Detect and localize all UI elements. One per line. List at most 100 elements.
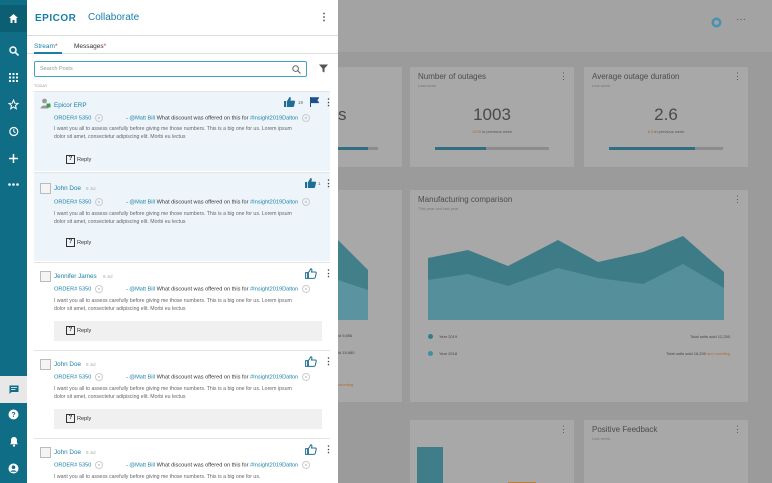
tab-messages[interactable]: Messages* bbox=[74, 43, 106, 50]
post-author[interactable]: Jennifer James bbox=[54, 273, 97, 280]
panel-header: EPICOR Collaborate ⋮ bbox=[27, 0, 338, 36]
chevron-down-icon[interactable]: v bbox=[94, 114, 103, 122]
post-author[interactable]: John Doe bbox=[54, 361, 81, 368]
chevron-down-icon[interactable]: v bbox=[94, 285, 103, 293]
post-menu-icon[interactable]: ⋮ bbox=[324, 178, 333, 189]
chevron-down-icon[interactable]: v bbox=[94, 373, 103, 381]
reply-icon: ? bbox=[66, 238, 75, 247]
order-link[interactable]: ORDER# 5350 v bbox=[54, 285, 105, 293]
duration-value: 2.6 bbox=[654, 105, 678, 124]
reply-label: Reply bbox=[77, 416, 92, 422]
reply-button[interactable]: ? Reply bbox=[54, 233, 322, 253]
reply-label: Reply bbox=[77, 157, 92, 163]
rail-home[interactable] bbox=[0, 5, 27, 32]
search-icon bbox=[292, 65, 301, 74]
panel-menu-icon[interactable]: ⋮ bbox=[319, 12, 329, 23]
rail-search[interactable] bbox=[0, 37, 27, 64]
card-menu-icon: ⋮ bbox=[559, 71, 568, 81]
post-menu-icon[interactable]: ⋮ bbox=[324, 268, 333, 279]
reply-button[interactable]: ? Reply bbox=[54, 150, 322, 170]
filter-icon[interactable] bbox=[319, 64, 328, 73]
post-item: Epicor ERP 19 ⋮ ORDER# 5350 v - @Matt Bi… bbox=[34, 91, 333, 171]
app-rail: ? bbox=[0, 0, 27, 483]
chevron-down-icon[interactable]: v bbox=[94, 198, 103, 206]
rail-favorites[interactable] bbox=[0, 91, 27, 118]
post-item: John Doe 9 Jul ⋮ ORDER# 5350 v - @Matt B… bbox=[34, 350, 333, 436]
post-menu-icon[interactable]: ⋮ bbox=[324, 356, 333, 367]
outages-progress bbox=[435, 147, 549, 150]
order-link[interactable]: ORDER# 5350 v bbox=[54, 373, 105, 381]
partial-chart-card: ld 9,856 ld 15,980 counting bbox=[338, 190, 402, 402]
tab-stream[interactable]: Stream* bbox=[34, 43, 57, 50]
manufacturing-subtitle: This year and last year bbox=[418, 206, 459, 211]
partial-extra: counting bbox=[338, 382, 354, 387]
post-menu-icon[interactable]: ⋮ bbox=[324, 97, 333, 108]
post-date: 9 Jul bbox=[86, 362, 96, 367]
chevron-down-icon[interactable]: v bbox=[301, 461, 310, 469]
partial-card-value: s bbox=[338, 105, 347, 124]
rail-help[interactable]: ? bbox=[0, 401, 27, 428]
outages-title: Number of outages bbox=[418, 72, 487, 81]
chevron-down-icon[interactable]: v bbox=[301, 285, 310, 293]
rail-history[interactable] bbox=[0, 118, 27, 145]
reply-label: Reply bbox=[77, 328, 92, 334]
legend-2018: Year 2018 bbox=[428, 351, 457, 357]
rail-add[interactable] bbox=[0, 145, 27, 172]
rail-apps[interactable] bbox=[0, 64, 27, 91]
chevron-down-icon[interactable]: v bbox=[94, 461, 103, 469]
like-icon[interactable] bbox=[305, 444, 317, 455]
post-author[interactable]: John Doe bbox=[54, 185, 81, 192]
post-menu-icon[interactable]: ⋮ bbox=[324, 444, 333, 455]
like-icon[interactable] bbox=[305, 178, 316, 188]
order-link[interactable]: ORDER# 5350 v bbox=[54, 461, 105, 469]
order-link[interactable]: ORDER# 5350 v bbox=[54, 114, 105, 122]
card-menu-icon: ⋮ bbox=[733, 194, 742, 204]
reply-button[interactable]: ? Reply bbox=[54, 409, 322, 429]
post-message: - @Matt Bill What discount was offered o… bbox=[126, 198, 312, 206]
flag-icon[interactable] bbox=[310, 97, 319, 107]
like-icon[interactable] bbox=[305, 356, 317, 367]
chevron-down-icon[interactable]: v bbox=[301, 373, 310, 381]
post-item: John Doe 9 Jul ⋮ ORDER# 5350 v - @Matt B… bbox=[34, 438, 333, 483]
post-item: John Doe 9 Jul 1 ⋮ ORDER# 5350 v - @Matt… bbox=[34, 172, 333, 261]
post-message: - @Matt Bill What discount was offered o… bbox=[126, 373, 312, 381]
like-icon[interactable] bbox=[305, 268, 317, 279]
reply-button[interactable]: ? Reply bbox=[54, 321, 322, 341]
rail-collaborate[interactable] bbox=[0, 376, 27, 403]
duration-compare: 8.5 in previous week bbox=[647, 129, 685, 134]
search-posts-input[interactable]: Search Posts bbox=[34, 61, 307, 77]
rail-notifications[interactable] bbox=[0, 428, 27, 455]
total-2018: Total units sold 16,200 and counting bbox=[666, 351, 730, 356]
partial-total-2: ld 15,980 bbox=[338, 350, 355, 355]
post-author[interactable]: John Doe bbox=[54, 449, 81, 456]
history-icon bbox=[9, 126, 19, 137]
order-link[interactable]: ORDER# 5350 v bbox=[54, 198, 105, 206]
tab-bar: Stream* Messages* bbox=[27, 36, 338, 54]
refresh-icon bbox=[711, 17, 722, 28]
date-group-label: TODAY bbox=[34, 83, 48, 88]
panel-title: Collaborate bbox=[88, 12, 140, 23]
post-date: 9 Jul bbox=[86, 450, 96, 455]
rail-account[interactable] bbox=[0, 455, 27, 482]
user-avatar bbox=[40, 271, 51, 282]
post-body: I want you all to assess carefully befor… bbox=[54, 474, 261, 480]
user-avatar bbox=[40, 447, 51, 458]
brand-logo: EPICOR bbox=[35, 13, 77, 24]
partial-card-left: s bbox=[338, 67, 402, 167]
post-author[interactable]: Epicor ERP bbox=[54, 102, 87, 109]
search-icon bbox=[8, 45, 19, 56]
partial-total-1: ld 9,856 bbox=[338, 333, 353, 338]
account-icon bbox=[8, 463, 19, 474]
chevron-down-icon[interactable]: v bbox=[301, 114, 310, 122]
like-count: 19 bbox=[298, 100, 304, 105]
manufacturing-area-chart bbox=[428, 236, 724, 320]
chevron-down-icon[interactable]: v bbox=[301, 198, 310, 206]
tab-indicator bbox=[34, 52, 62, 54]
like-icon[interactable] bbox=[284, 97, 295, 107]
more-icon bbox=[8, 183, 19, 186]
user-avatar bbox=[40, 359, 51, 370]
total-2019: Total units sold 12,250 bbox=[690, 334, 730, 339]
feedback-title: Positive Feedback bbox=[592, 425, 658, 434]
rail-more[interactable] bbox=[0, 171, 27, 198]
partial-area-chart bbox=[338, 240, 368, 320]
